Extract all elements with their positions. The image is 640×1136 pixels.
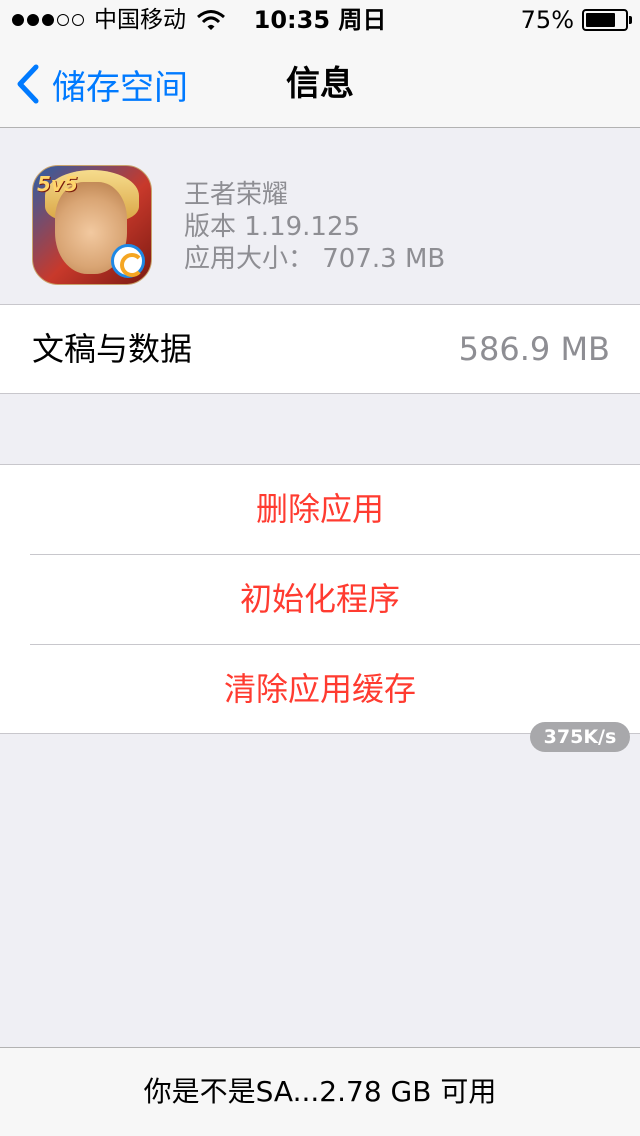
battery-icon — [582, 9, 632, 31]
app-icon-logo — [111, 244, 145, 278]
app-version: 版本 1.19.125 — [184, 212, 361, 242]
documents-data-value: 586.9 MB — [458, 330, 610, 368]
status-bar: 中国移动 10:35 周日 75% — [0, 0, 640, 40]
battery-percent: 75% — [520, 6, 574, 34]
app-details: 王者荣耀 版本 1.19.125 应用大小： 707.3 MB — [184, 179, 445, 275]
app-size: 应用大小： 707.3 MB — [184, 244, 446, 274]
battery-fill — [586, 13, 615, 27]
app-name: 王者荣耀 — [184, 180, 289, 210]
documents-data-label: 文稿与数据 — [32, 330, 193, 368]
reset-app-button[interactable]: 初始化程序 — [0, 555, 640, 644]
app-icon-badge: 5v5 — [37, 172, 78, 196]
clear-cache-button[interactable]: 清除应用缓存 — [0, 645, 640, 734]
delete-app-button[interactable]: 删除应用 — [0, 465, 640, 554]
app-icon: 5v5 — [32, 165, 152, 285]
top-bar: 中国移动 10:35 周日 75% 储存空间 信息 — [0, 0, 640, 128]
actions-group: 删除应用 初始化程序 清除应用缓存 — [0, 464, 640, 734]
storage-available-footer: 你是不是SA...2.78 GB 可用 — [0, 1047, 640, 1136]
status-right: 75% — [520, 0, 632, 40]
network-speed-badge: 375K/s — [530, 722, 630, 752]
documents-data-row: 文稿与数据 586.9 MB — [0, 304, 640, 394]
page-title: 信息 — [286, 64, 354, 104]
navigation-bar: 储存空间 信息 — [0, 40, 640, 128]
app-info-header: 5v5 王者荣耀 版本 1.19.125 应用大小： 707.3 MB — [0, 129, 640, 304]
